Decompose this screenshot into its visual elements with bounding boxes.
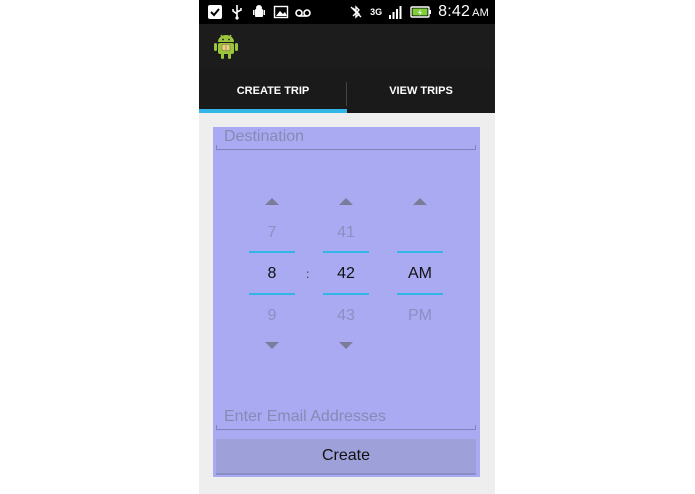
tab-view-trips[interactable]: VIEW TRIPS [347, 69, 495, 113]
minute-prev-value[interactable]: 41 [323, 224, 369, 242]
battery-icon [410, 4, 432, 20]
status-bar: 3G 8:42 AM [199, 0, 495, 24]
hour-picker[interactable]: 7 8 9 [249, 191, 295, 351]
tab-create-trip[interactable]: CREATE TRIP [199, 69, 347, 113]
email-field [216, 403, 476, 430]
action-bar [199, 24, 495, 69]
app-logo-icon[interactable] [213, 33, 239, 60]
email-input[interactable] [224, 407, 464, 427]
minute-selection-line-top [323, 251, 369, 253]
hour-selection-line-top [249, 251, 295, 253]
minute-picker[interactable]: 41 42 43 [323, 191, 369, 351]
tab-divider [346, 82, 347, 106]
tab-label: VIEW TRIPS [389, 85, 453, 97]
minute-value[interactable]: 42 [323, 265, 369, 283]
hour-decrement-icon[interactable] [265, 342, 279, 349]
ampm-toggle-up-icon[interactable] [413, 198, 427, 205]
hour-value[interactable]: 8 [249, 265, 295, 283]
hour-selection-line-bottom [249, 293, 295, 295]
check-icon [207, 4, 223, 20]
ampm-value[interactable]: AM [397, 265, 443, 283]
hour-increment-icon[interactable] [265, 198, 279, 205]
minute-selection-line-bottom [323, 293, 369, 295]
hour-prev-value[interactable]: 7 [249, 224, 295, 242]
ampm-picker[interactable]: AM PM [397, 191, 443, 351]
minute-decrement-icon[interactable] [339, 342, 353, 349]
create-button[interactable]: Create [216, 439, 476, 475]
usb-icon [229, 4, 245, 20]
time-separator: : [306, 267, 310, 281]
voicemail-icon [295, 4, 311, 20]
ampm-selection-line-top [397, 251, 443, 253]
status-clock: 8:42 AM [438, 3, 489, 20]
field-edge [216, 145, 217, 149]
field-edge [216, 425, 217, 429]
signal-icon [388, 4, 404, 20]
android-debug-icon [251, 4, 267, 20]
tab-bar: CREATE TRIP VIEW TRIPS [199, 69, 495, 113]
destination-input[interactable] [224, 127, 464, 147]
image-icon [273, 4, 289, 20]
minute-increment-icon[interactable] [339, 198, 353, 205]
bluetooth-off-icon [348, 4, 364, 20]
ampm-next-value[interactable]: PM [397, 307, 443, 325]
tab-label: CREATE TRIP [236, 85, 310, 97]
create-trip-form: 7 8 9 : 41 42 43 AM PM [213, 127, 480, 477]
field-edge [475, 425, 476, 429]
phone-screen: 3G 8:42 AM CREATE TRIP VIEW TRIPS Destin… [199, 0, 495, 494]
minute-next-value[interactable]: 43 [323, 307, 369, 325]
network-type: 3G [370, 6, 383, 17]
destination-field [216, 127, 476, 150]
hour-next-value[interactable]: 9 [249, 307, 295, 325]
field-edge [475, 145, 476, 149]
ampm-selection-line-bottom [397, 293, 443, 295]
